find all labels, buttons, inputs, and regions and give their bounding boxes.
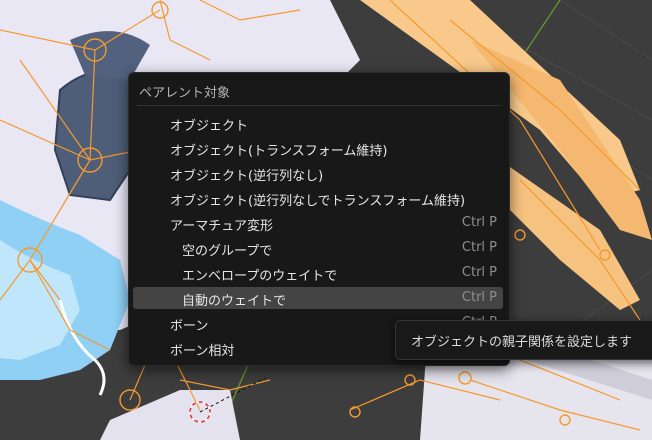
menu-item-label: オブジェクト [170,119,249,134]
menu-item-object-keep-transform[interactable]: オブジェクト(トランスフォーム維持) [133,137,503,159]
menu-item-label: オブジェクト(トランスフォーム維持) [170,144,388,159]
menu-item-shortcut: Ctrl P [461,290,497,305]
menu-item-label: ボーン相対 [170,344,235,359]
menu-item-label: ボーン [170,319,209,334]
menu-item-label: オブジェクト(逆行列なしでトランスフォーム維持) [170,194,466,209]
menu-item-object-without-inverse-keep-transform[interactable]: オブジェクト(逆行列なしでトランスフォーム維持) [133,187,503,209]
tooltip-text: オブジェクトの親子関係を設定します [411,335,633,350]
menu-item-armature-deform[interactable]: アーマチュア変形 Ctrl P [133,212,503,234]
menu-item-label: 空のグループで [182,244,273,259]
menu-separator [137,105,501,106]
menu-item-object[interactable]: オブジェクト [133,112,503,134]
menu-item-with-automatic-weights[interactable]: 自動のウェイトで Ctrl P [133,287,503,309]
menu-item-label: エンベロープのウェイトで [182,269,338,284]
menu-item-shortcut: Ctrl P [461,240,497,255]
menu-item-shortcut: Ctrl P [461,215,497,230]
menu-item-label: オブジェクト(逆行列なし) [170,169,324,184]
menu-item-with-empty-groups[interactable]: 空のグループで Ctrl P [133,237,503,259]
menu-item-object-without-inverse[interactable]: オブジェクト(逆行列なし) [133,162,503,184]
menu-item-shortcut: Ctrl P [461,265,497,280]
menu-item-with-envelope-weights[interactable]: エンベロープのウェイトで Ctrl P [133,262,503,284]
menu-title: ペアレント対象 [139,86,231,101]
menu-item-label: 自動のウェイトで [182,294,287,309]
tooltip: オブジェクトの親子関係を設定します [395,320,652,360]
menu-item-label: アーマチュア変形 [170,219,273,234]
